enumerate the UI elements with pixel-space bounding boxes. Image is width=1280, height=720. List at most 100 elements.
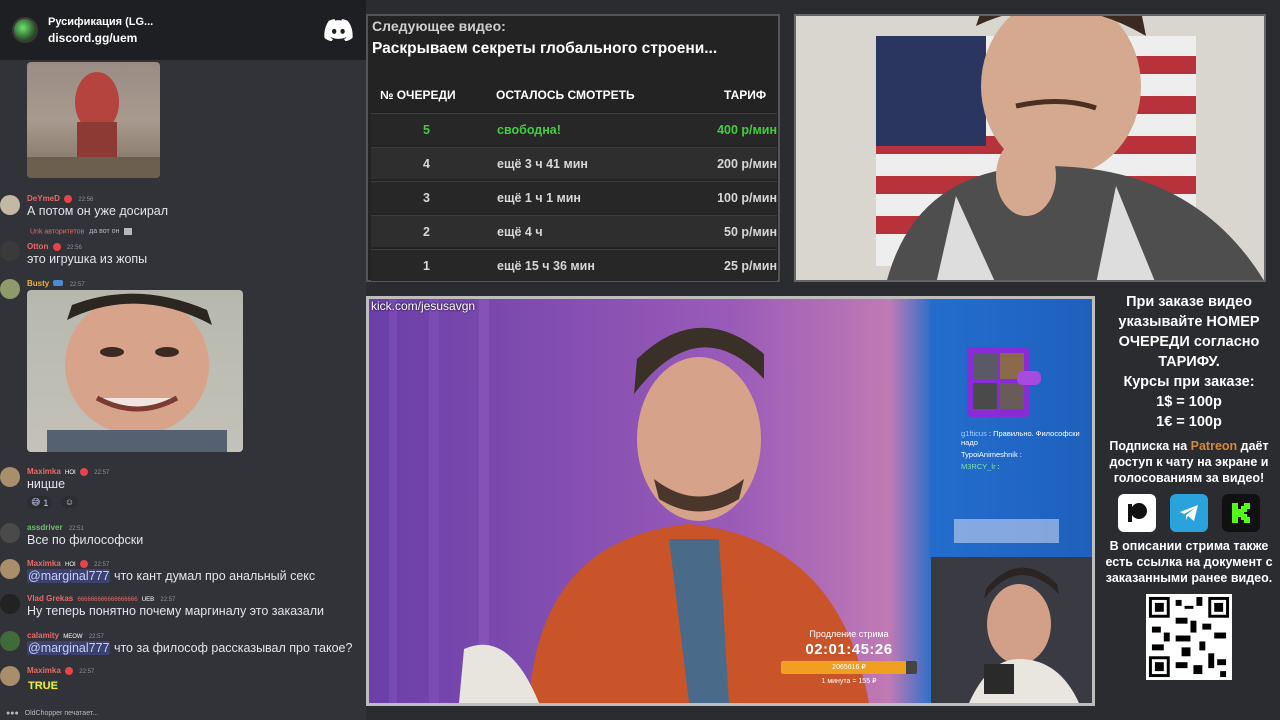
username[interactable]: Vlad Grekas <box>27 594 73 603</box>
message-text: Все по философски <box>27 533 144 547</box>
overlay-chat: g1fticus : Правильно. Философски надо Ty… <box>961 429 1081 474</box>
order-info-panel: При заказе видео указывайте НОМЕР ОЧЕРЕД… <box>1098 292 1280 680</box>
queue-rate: 100 р/мин <box>717 191 777 205</box>
stream-layout: Русификация (LG... discord.gg/uem DeYmeD <box>0 0 1280 720</box>
patreon-icon[interactable] <box>1118 494 1156 532</box>
message-body: что кант думал про анальный секс <box>110 569 316 583</box>
queue-row: 1 ещё 15 ч 36 мин 25 р/мин <box>371 249 777 281</box>
order-rules-text: При заказе видео указывайте НОМЕР ОЧЕРЕД… <box>1118 294 1260 370</box>
queue-row: 5 свободна! 400 р/мин <box>371 113 777 145</box>
social-links <box>1098 494 1280 532</box>
role-badge-icon <box>79 467 88 476</box>
message-text: это игрушка из жопы <box>27 252 148 266</box>
user-avatar[interactable] <box>0 631 20 651</box>
main-video-player[interactable]: kick.com/jesusavgn g1fticus : Правильно.… <box>366 296 1095 706</box>
overlay-chat-message: M3RCY_lr : <box>961 462 1000 471</box>
overlay-username: g1fticus <box>961 429 987 438</box>
user-avatar[interactable] <box>0 559 20 579</box>
queue-number: 1 <box>423 259 430 273</box>
overlay-chat-message: g1fticus : Правильно. Философски надо <box>961 429 1080 447</box>
badge-icon <box>53 280 64 286</box>
qr-code-image <box>1146 594 1232 680</box>
typing-dots-icon: ●●● <box>6 710 19 717</box>
server-invite-link[interactable]: discord.gg/uem <box>48 31 324 45</box>
role-badge-icon <box>52 242 61 251</box>
usd-rate: 1$ = 100р <box>1156 394 1222 410</box>
user-mention[interactable]: @marginal777 <box>27 641 111 655</box>
queue-rate: 400 р/мин <box>717 123 777 137</box>
message-text: ницше <box>27 477 66 491</box>
webcam-feed <box>796 16 1264 280</box>
username[interactable]: Maximka <box>27 559 61 568</box>
exchange-rates-label: Курсы при заказе: <box>1123 374 1255 390</box>
username[interactable]: Busty <box>27 279 49 288</box>
user-avatar[interactable] <box>0 241 20 261</box>
username[interactable]: DeYmeD <box>27 194 60 203</box>
message-time: 22:56 <box>66 245 82 251</box>
user-mention[interactable]: @marginal777 <box>27 569 111 583</box>
role-tag: MEOW <box>63 634 83 640</box>
username[interactable]: Otton <box>27 242 48 251</box>
qr-code[interactable] <box>1146 594 1232 680</box>
user-avatar[interactable] <box>0 666 20 686</box>
queue-remaining: ещё 1 ч 1 мин <box>497 191 581 205</box>
image-attachment[interactable] <box>27 62 160 178</box>
overlay-username: M3RCY_lr <box>961 462 996 471</box>
username[interactable]: calamity <box>27 631 59 640</box>
message-time: 22:57 <box>69 282 85 288</box>
extension-progress-text: 2065616 ₽ <box>832 664 866 671</box>
queue-row: 2 ещё 4 ч 50 р/мин <box>371 215 777 247</box>
role-tag: HOI <box>65 470 76 476</box>
user-avatar[interactable] <box>0 279 20 299</box>
user-avatar[interactable] <box>0 594 20 614</box>
role-badge-icon <box>79 559 88 568</box>
queue-number: 2 <box>423 225 430 239</box>
reply-preview[interactable]: Unk авторитетов да вот он <box>30 228 133 236</box>
eur-rate: 1€ = 100р <box>1156 414 1222 430</box>
true-emote: TRUE <box>28 680 58 692</box>
message-time: 22:57 <box>94 470 110 476</box>
message-time: 22:57 <box>79 669 95 675</box>
role-tag: HOI <box>65 562 76 568</box>
reaction-button[interactable]: 😅 1 <box>27 496 53 509</box>
queue-rate: 50 р/мин <box>724 225 777 239</box>
extension-timer: 02:01:45:26 <box>805 641 893 658</box>
telegram-icon[interactable] <box>1170 494 1208 532</box>
user-avatar[interactable] <box>0 523 20 543</box>
video-frame <box>369 299 1092 703</box>
queue-row: 4 ещё 3 ч 41 мин 200 р/мин <box>371 147 777 179</box>
discord-chat-panel: Русификация (LG... discord.gg/uem DeYmeD <box>0 0 366 720</box>
attachment-image <box>47 293 227 452</box>
role-badge-icon <box>64 194 73 203</box>
message-time: 22:57 <box>88 634 104 640</box>
column-header-queue: № ОЧЕРЕДИ <box>380 88 456 102</box>
queue-number: 3 <box>423 191 430 205</box>
role-tag: 666666666666666666 <box>77 597 138 603</box>
reply-username: Unk авторитетов <box>30 228 85 236</box>
extension-progress-bar: 2065616 ₽ <box>781 661 917 674</box>
username[interactable]: assdriver <box>27 523 63 532</box>
add-reaction-button[interactable]: ☺ <box>60 496 79 508</box>
queue-rate: 200 р/мин <box>717 157 777 171</box>
message-time: 22:57 <box>160 597 176 603</box>
queue-remaining: ещё 15 ч 36 мин <box>497 259 595 273</box>
queue-number: 4 <box>423 157 430 171</box>
extension-label: Продление стрима <box>809 629 889 639</box>
user-avatar[interactable] <box>0 195 20 215</box>
subscription-prefix: Подписка на <box>1109 439 1191 453</box>
sweat-smile-icon: 😅 <box>31 497 41 507</box>
message-time: 22:51 <box>68 526 84 532</box>
patreon-link[interactable]: Patreon <box>1191 439 1238 453</box>
subscription-text: Подписка на Patreon даёт доступ к чату н… <box>1098 438 1280 486</box>
username[interactable]: Maximka <box>27 666 61 675</box>
image-attachment[interactable] <box>27 290 243 452</box>
discord-header: Русификация (LG... discord.gg/uem <box>0 0 366 60</box>
server-icon[interactable] <box>12 17 38 43</box>
kick-icon[interactable] <box>1222 494 1260 532</box>
overlay-username: TypoiAnimeshnik <box>961 450 1018 459</box>
server-name: Русификация (LG... <box>48 15 154 28</box>
username[interactable]: Maximka <box>27 467 61 476</box>
user-avatar[interactable] <box>0 467 20 487</box>
queue-number: 5 <box>423 123 430 137</box>
typing-text: OldChopper печатает... <box>24 710 99 717</box>
